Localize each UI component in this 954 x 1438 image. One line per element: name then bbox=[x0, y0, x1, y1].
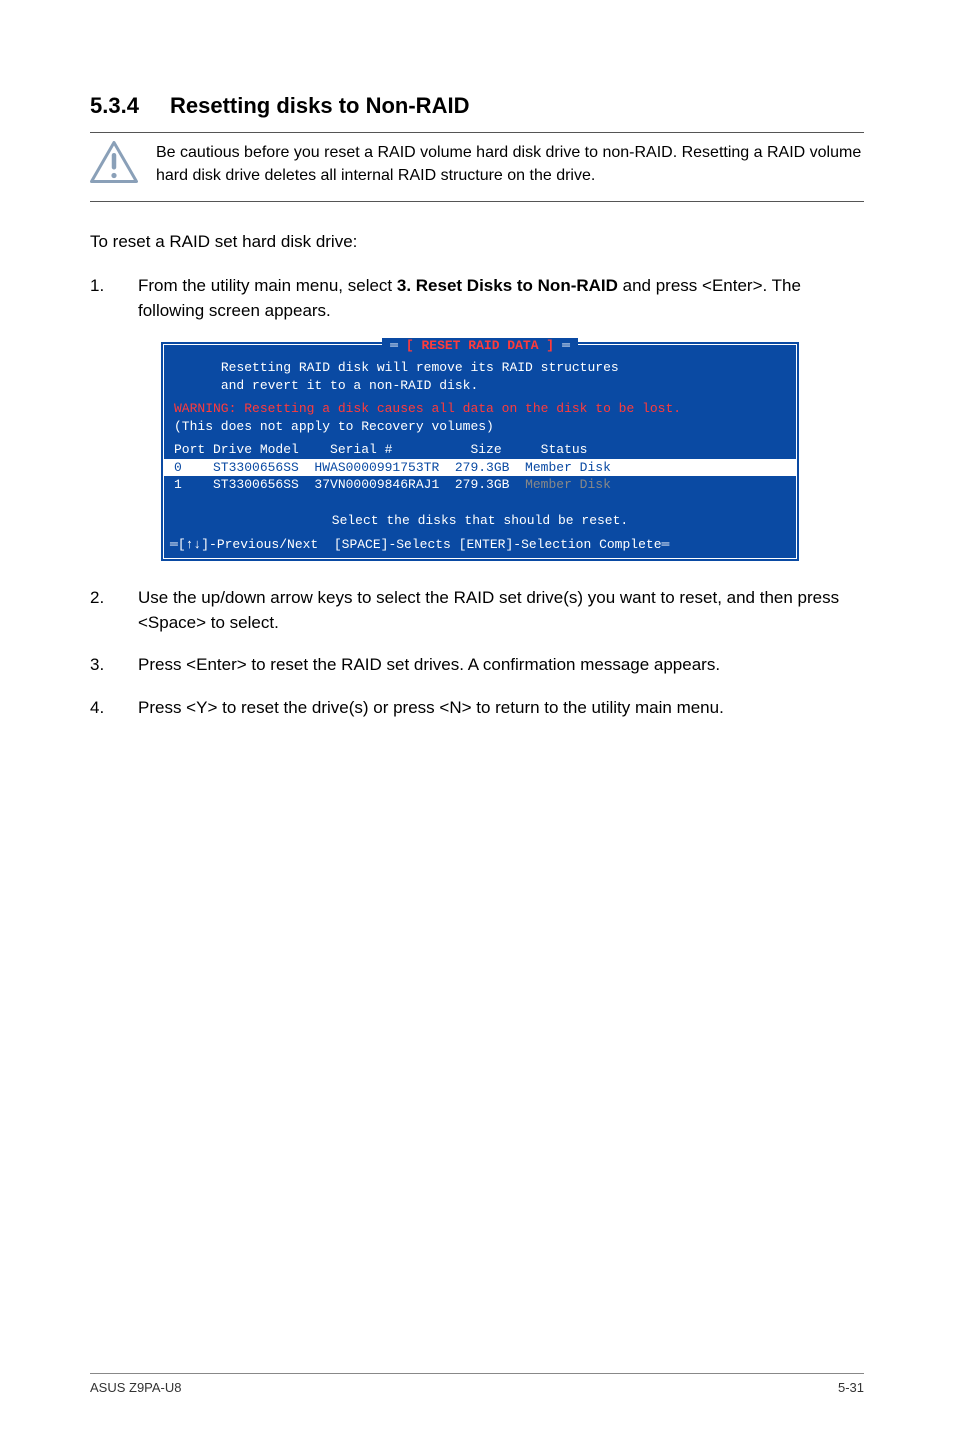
table-row: 0 ST3300656SS HWAS0000991753TR 279.3GB M… bbox=[164, 459, 796, 477]
step-body: Use the up/down arrow keys to select the… bbox=[138, 586, 864, 635]
terminal-warning: WARNING: Resetting a disk causes all dat… bbox=[164, 400, 796, 418]
steps-list-cont: 2. Use the up/down arrow keys to select … bbox=[90, 586, 864, 721]
caution-text: Be cautious before you reset a RAID volu… bbox=[156, 141, 864, 187]
caution-icon bbox=[90, 141, 138, 191]
list-item: 1. From the utility main menu, select 3.… bbox=[90, 274, 864, 323]
list-item: 2. Use the up/down arrow keys to select … bbox=[90, 586, 864, 635]
terminal-screenshot: ═[ RESET RAID DATA ]═ Resetting RAID dis… bbox=[160, 341, 800, 561]
section-title: Resetting disks to Non-RAID bbox=[170, 93, 469, 118]
terminal-table-header: Port Drive Model Serial # Size Status bbox=[164, 441, 796, 459]
step-number: 3. bbox=[90, 653, 138, 678]
steps-list: 1. From the utility main menu, select 3.… bbox=[90, 274, 864, 323]
terminal-prompt: Select the disks that should be reset. bbox=[164, 506, 796, 536]
step-number: 1. bbox=[90, 274, 138, 323]
page-footer: ASUS Z9PA-U8 5-31 bbox=[90, 1379, 864, 1398]
step-number: 4. bbox=[90, 696, 138, 721]
intro-text: To reset a RAID set hard disk drive: bbox=[90, 230, 864, 255]
terminal-line: Resetting RAID disk will remove its RAID… bbox=[164, 359, 796, 377]
caution-block: Be cautious before you reset a RAID volu… bbox=[90, 132, 864, 202]
step-text-pre: From the utility main menu, select bbox=[138, 276, 397, 295]
footer-left: ASUS Z9PA-U8 bbox=[90, 1379, 182, 1398]
footer-right: 5-31 bbox=[838, 1379, 864, 1398]
step-text-bold: 3. Reset Disks to Non-RAID bbox=[397, 276, 618, 295]
list-item: 4. Press <Y> to reset the drive(s) or pr… bbox=[90, 696, 864, 721]
terminal-line: and revert it to a non-RAID disk. bbox=[164, 377, 796, 395]
step-body: From the utility main menu, select 3. Re… bbox=[138, 274, 864, 323]
section-number: 5.3.4 bbox=[90, 90, 170, 122]
step-number: 2. bbox=[90, 586, 138, 635]
table-row: 1 ST3300656SS 37VN00009846RAJ1 279.3GB M… bbox=[164, 476, 796, 494]
terminal-title: [ RESET RAID DATA ] bbox=[402, 338, 558, 353]
terminal-footer: ═[↑↓]-Previous/Next [SPACE]-Selects [ENT… bbox=[164, 535, 796, 556]
step-body: Press <Enter> to reset the RAID set driv… bbox=[138, 653, 864, 678]
terminal-note: (This does not apply to Recovery volumes… bbox=[164, 418, 796, 436]
terminal-title-bar: ═[ RESET RAID DATA ]═ bbox=[164, 337, 796, 355]
list-item: 3. Press <Enter> to reset the RAID set d… bbox=[90, 653, 864, 678]
dim-status: Member Disk bbox=[525, 477, 611, 492]
step-body: Press <Y> to reset the drive(s) or press… bbox=[138, 696, 864, 721]
section-heading: 5.3.4Resetting disks to Non-RAID bbox=[90, 90, 864, 122]
terminal-window: ═[ RESET RAID DATA ]═ Resetting RAID dis… bbox=[160, 341, 800, 561]
